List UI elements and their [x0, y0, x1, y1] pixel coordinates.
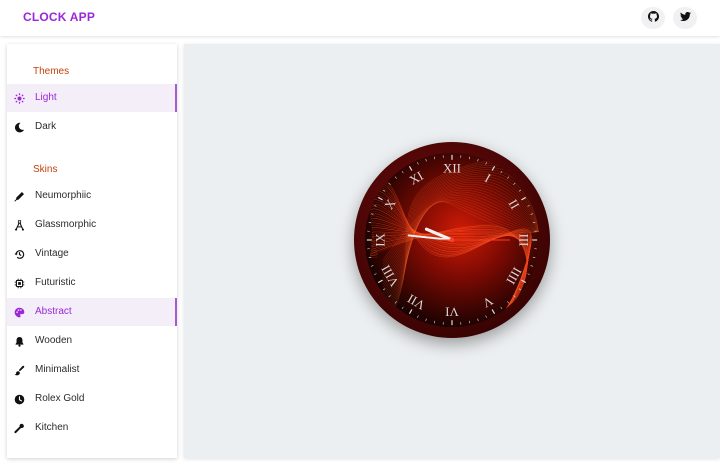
skin-item-abstract[interactable]: Abstract — [7, 298, 177, 326]
center-pin — [449, 237, 455, 243]
skin-label-wooden: Wooden — [35, 335, 73, 346]
twitter-icon — [679, 9, 691, 27]
skin-label-kitchen: Kitchen — [35, 422, 69, 433]
bell-icon — [14, 336, 25, 347]
clock-numeral: IX — [374, 233, 388, 247]
skin-item-vintage[interactable]: Vintage — [7, 240, 177, 268]
skin-label-futuristic: Futuristic — [35, 277, 76, 288]
theme-item-dark[interactable]: Dark — [7, 113, 177, 141]
vector-icon — [14, 220, 25, 231]
palette-icon — [14, 307, 25, 318]
skin-item-kitchen[interactable]: Kitchen — [7, 414, 177, 442]
theme-item-light[interactable]: Light — [7, 84, 177, 112]
analog-clock: XIIIIIIIIIIIIVVIVIIVIIIIXXXI — [353, 141, 551, 339]
skin-item-rolex-gold[interactable]: Rolex Gold — [7, 385, 177, 413]
history-icon — [14, 249, 25, 260]
skin-label-minimalist: Minimalist — [35, 364, 80, 375]
top-app-bar: CLOCK APP — [0, 0, 720, 36]
skin-item-wooden[interactable]: Wooden — [7, 327, 177, 355]
theme-label-dark: Dark — [35, 121, 57, 132]
skin-label-glassmorphic: Glassmorphic — [35, 219, 97, 230]
app-title: CLOCK APP — [23, 10, 96, 24]
brush-icon — [14, 365, 25, 376]
skin-label-neumorphiic: Neumorphiic — [35, 190, 92, 201]
skin-label-rolex-gold: Rolex Gold — [35, 393, 85, 404]
chip-icon — [14, 278, 25, 289]
themes-heading: Themes — [33, 66, 70, 77]
spatula-icon — [14, 423, 25, 434]
moon-icon — [14, 122, 25, 133]
skin-label-abstract: Abstract — [35, 306, 72, 317]
clock-icon — [14, 394, 25, 405]
github-icon — [647, 9, 659, 27]
skin-label-vintage: Vintage — [35, 248, 69, 259]
skins-heading: Skins — [33, 164, 58, 175]
github-button[interactable] — [641, 7, 665, 29]
pen-icon — [14, 191, 25, 202]
skin-item-glassmorphic[interactable]: Glassmorphic — [7, 211, 177, 239]
skin-item-futuristic[interactable]: Futuristic — [7, 269, 177, 297]
clock-numeral: XII — [443, 162, 461, 176]
clock-numeral: VI — [445, 304, 459, 318]
theme-label-light: Light — [35, 92, 57, 103]
sidebar: Themes Light Dark Skins Neumorphiic Glas… — [7, 44, 177, 458]
skin-item-neumorphiic[interactable]: Neumorphiic — [7, 182, 177, 210]
clock-numeral: III — [516, 234, 530, 247]
twitter-button[interactable] — [673, 7, 697, 29]
skin-item-minimalist[interactable]: Minimalist — [7, 356, 177, 384]
sun-icon — [14, 93, 25, 104]
